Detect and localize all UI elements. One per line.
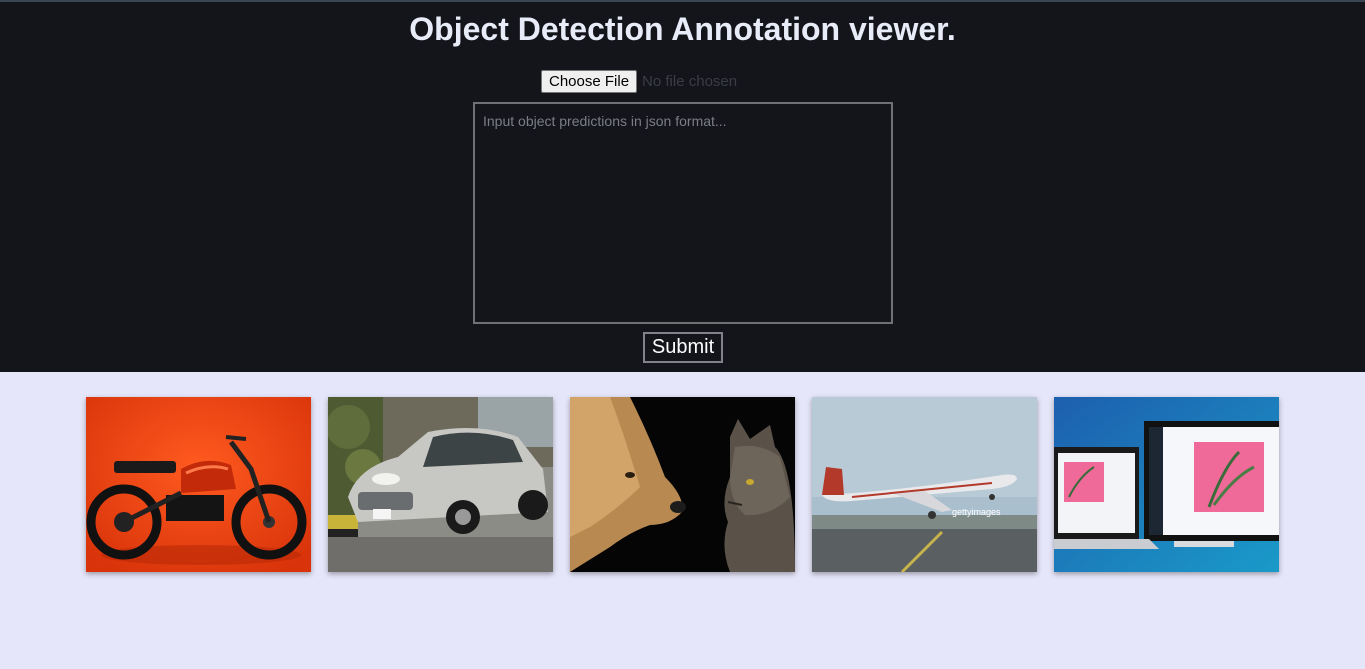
file-input[interactable]: Choose File No file chosen bbox=[541, 69, 737, 93]
header-section: Object Detection Annotation viewer. Choo… bbox=[0, 2, 1365, 372]
motorcycle-image bbox=[86, 397, 311, 572]
gallery-image-motorcycle[interactable] bbox=[86, 397, 311, 572]
car-image bbox=[328, 397, 553, 572]
airplane-image: gettyimages bbox=[812, 397, 1037, 572]
submit-button[interactable]: Submit bbox=[643, 332, 723, 363]
dog-and-cat-image bbox=[570, 397, 795, 572]
file-status-text: No file chosen bbox=[642, 72, 738, 90]
gallery-image-laptop[interactable] bbox=[1054, 397, 1279, 572]
gettyimages-watermark: gettyimages bbox=[952, 507, 1001, 517]
predictions-json-textarea[interactable] bbox=[473, 102, 893, 324]
page-title: Object Detection Annotation viewer. bbox=[409, 11, 956, 47]
gallery-image-car[interactable] bbox=[328, 397, 553, 572]
gallery-image-airplane[interactable]: gettyimages bbox=[812, 397, 1037, 572]
image-gallery: gettyimages bbox=[86, 397, 1279, 572]
laptop-and-monitor-image bbox=[1054, 397, 1279, 572]
gallery-image-dog-cat[interactable] bbox=[570, 397, 795, 572]
choose-file-button[interactable]: Choose File bbox=[541, 69, 638, 93]
